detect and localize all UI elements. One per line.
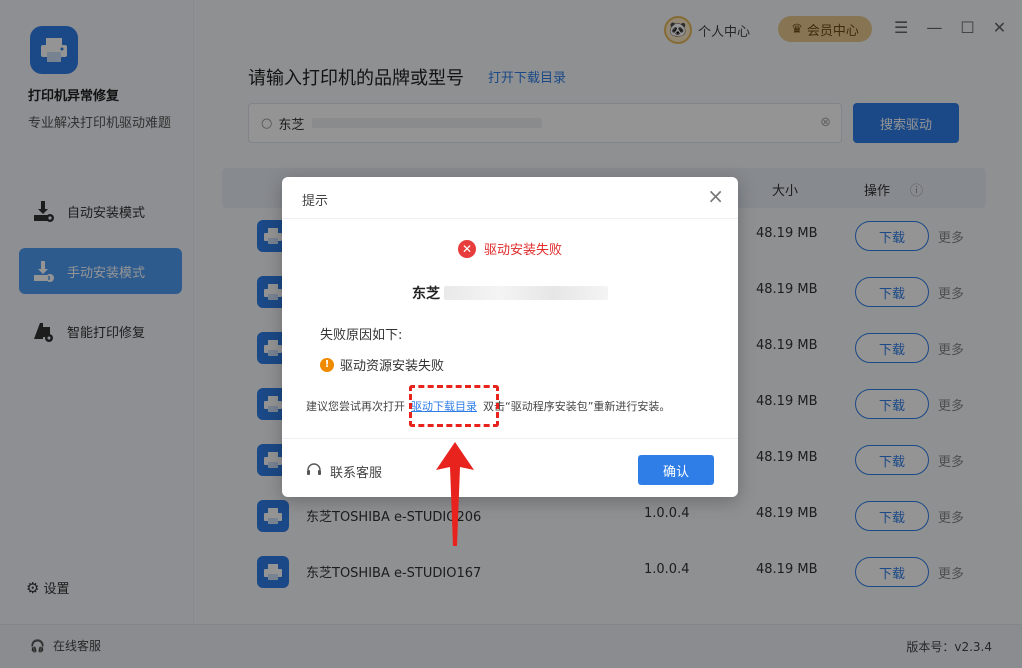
- contact-label: 联系客服: [330, 465, 383, 481]
- contact-service-button[interactable]: 联系客服: [306, 461, 382, 481]
- highlight-box: [409, 385, 499, 427]
- reason-label: 失败原因如下:: [320, 328, 403, 343]
- dialog-header: 提示 ×: [282, 177, 738, 219]
- dialog-title: 提示: [302, 194, 329, 209]
- error-dialog: 提示 × ✕ 驱动安装失败 东芝 失败原因如下: ! 驱动资源安装失败 建议您尝…: [282, 177, 738, 497]
- red-arrow-annotation: [436, 442, 474, 546]
- error-icon: ✕: [457, 239, 476, 258]
- dialog-footer: 联系客服 确认: [282, 438, 738, 497]
- confirm-button[interactable]: 确认: [638, 455, 714, 485]
- brand-line: 东芝: [282, 283, 738, 303]
- dialog-close-icon[interactable]: ×: [707, 185, 724, 207]
- status-text: 驱动安装失败: [483, 243, 562, 258]
- suggestion-post: 双击“驱动程序安装包”重新进行安装。: [483, 400, 671, 413]
- brand-text: 东芝: [412, 286, 440, 302]
- headset-icon: [306, 461, 322, 481]
- brand-model-obscured: [444, 286, 608, 300]
- reason-item: ! 驱动资源安装失败: [320, 355, 444, 374]
- warning-icon: !: [320, 357, 334, 372]
- reason-text: 驱动资源安装失败: [340, 359, 445, 374]
- suggestion-pre: 建议您尝试再次打开: [306, 400, 405, 413]
- status-line: ✕ 驱动安装失败: [282, 239, 738, 258]
